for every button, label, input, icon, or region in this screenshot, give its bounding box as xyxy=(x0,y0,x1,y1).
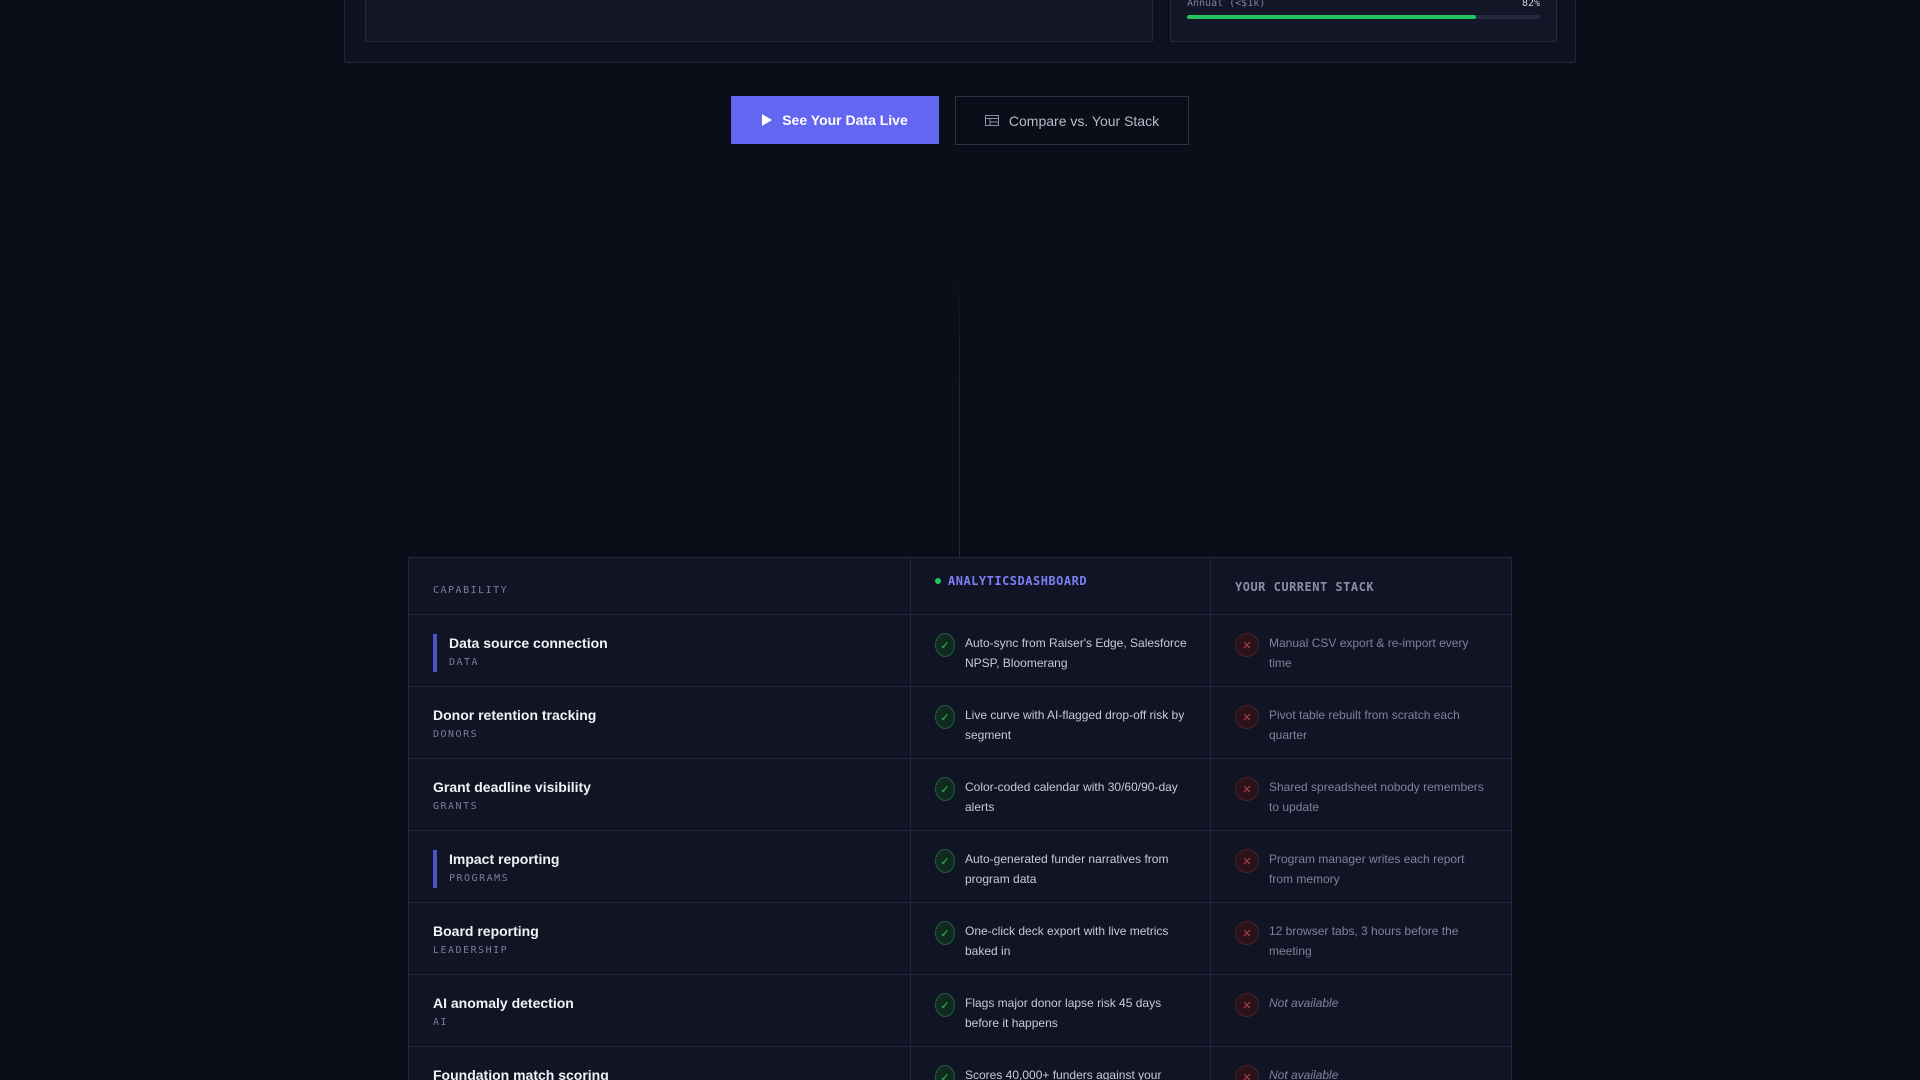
stack-text: 12 browser tabs, 3 hours before the meet… xyxy=(1269,924,1459,958)
meter-track xyxy=(1187,15,1540,19)
stack-text: Program manager writes each report from … xyxy=(1269,852,1465,886)
check-icon: ✓ xyxy=(935,921,955,945)
table-body: Data source connection DATA ✓ Auto-sync … xyxy=(409,615,1511,1080)
product-cell: ✓ Scores 40,000+ funders against your xyxy=(911,1047,1211,1080)
header-product: ANALYTICSDASHBOARD xyxy=(911,558,1211,614)
capability-tag: AI xyxy=(433,1017,449,1028)
divider-line xyxy=(959,270,960,558)
product-cell: ✓ Live curve with AI-flagged drop-off ri… xyxy=(911,687,1211,758)
compare-stack-button[interactable]: Compare vs. Your Stack xyxy=(955,96,1189,145)
capability-cell: Donor retention tracking DONORS xyxy=(409,687,911,758)
play-icon xyxy=(762,114,773,126)
check-icon: ✓ xyxy=(935,1065,955,1080)
capability-cell: Board reporting LEADERSHIP xyxy=(409,903,911,974)
table-row: AI anomaly detection AI ✓ Flags major do… xyxy=(409,975,1511,1047)
see-data-live-label: See Your Data Live xyxy=(782,112,908,128)
cross-icon: ✕ xyxy=(1235,777,1259,801)
stack-cell: ✕ Not available xyxy=(1211,975,1511,1046)
stack-cell: ✕ Program manager writes each report fro… xyxy=(1211,831,1511,902)
table-header: CAPABILITY ANALYTICSDASHBOARD YOUR CURRE… xyxy=(409,558,1511,615)
product-text: Flags major donor lapse risk 45 days bef… xyxy=(965,996,1162,1030)
capability-cell: Grant deadline visibility GRANTS xyxy=(409,759,911,830)
capability-title: Board reporting xyxy=(433,923,539,939)
stack-text: Not available xyxy=(1269,1068,1339,1080)
product-text: One-click deck export with live metrics … xyxy=(965,924,1169,958)
table-row: Donor retention tracking DONORS ✓ Live c… xyxy=(409,687,1511,759)
chart-card xyxy=(365,0,1153,42)
meter-value: 82% xyxy=(1521,0,1540,9)
product-text: Auto-generated funder narratives from pr… xyxy=(965,852,1169,886)
stack-text: Pivot table rebuilt from scratch each qu… xyxy=(1269,708,1460,742)
meter-row: Annual (<$1k) 82% xyxy=(1187,0,1540,9)
product-text: Scores 40,000+ funders against your xyxy=(965,1068,1162,1080)
cross-icon: ✕ xyxy=(1235,921,1259,945)
meter-label: Annual (<$1k) xyxy=(1187,0,1266,9)
product-text: Live curve with AI-flagged drop-off risk… xyxy=(965,708,1185,742)
product-cell: ✓ Auto-generated funder narratives from … xyxy=(911,831,1211,902)
stack-cell: ✕ Pivot table rebuilt from scratch each … xyxy=(1211,687,1511,758)
stack-cell: ✕ Manual CSV export & re-import every ti… xyxy=(1211,615,1511,686)
check-icon: ✓ xyxy=(935,633,955,657)
accent-bar xyxy=(433,850,437,888)
stack-text: Manual CSV export & re-import every time xyxy=(1269,636,1469,670)
stack-cell: ✕ 12 browser tabs, 3 hours before the me… xyxy=(1211,903,1511,974)
capability-title: Donor retention tracking xyxy=(433,707,597,723)
stack-text: Not available xyxy=(1269,996,1339,1010)
live-dot-icon xyxy=(935,578,941,584)
accent-bar xyxy=(433,634,437,672)
stack-cell: ✕ Shared spreadsheet nobody remembers to… xyxy=(1211,759,1511,830)
capability-title: Impact reporting xyxy=(449,851,560,867)
capability-title: Data source connection xyxy=(449,635,608,651)
product-cell: ✓ One-click deck export with live metric… xyxy=(911,903,1211,974)
table-row: Grant deadline visibility GRANTS ✓ Color… xyxy=(409,759,1511,831)
capability-tag: DONORS xyxy=(433,729,479,740)
meter-card: Annual (<$1k) 82% xyxy=(1170,0,1557,42)
top-panel: Annual (<$1k) 82% xyxy=(344,0,1576,63)
cross-icon: ✕ xyxy=(1235,633,1259,657)
cross-icon: ✕ xyxy=(1235,1065,1259,1080)
cross-icon: ✕ xyxy=(1235,705,1259,729)
capability-cell: Impact reporting PROGRAMS xyxy=(409,831,911,902)
meter-fill xyxy=(1187,15,1477,19)
capability-cell: Foundation match scoring xyxy=(409,1047,911,1080)
table-row: Data source connection DATA ✓ Auto-sync … xyxy=(409,615,1511,687)
check-icon: ✓ xyxy=(935,849,955,873)
capability-tag: DATA xyxy=(449,657,480,668)
header-stack: YOUR CURRENT STACK xyxy=(1235,580,1375,594)
compare-stack-label: Compare vs. Your Stack xyxy=(1008,112,1160,129)
table-row: Impact reporting PROGRAMS ✓ Auto-generat… xyxy=(409,831,1511,903)
capability-tag: PROGRAMS xyxy=(449,873,510,884)
header-capability: CAPABILITY xyxy=(409,558,911,614)
capability-tag: GRANTS xyxy=(433,801,479,812)
stack-text: Shared spreadsheet nobody remembers to u… xyxy=(1269,780,1484,814)
page: Annual (<$1k) 82% See Your Data Live Com… xyxy=(0,0,1920,1080)
header-product-label: ANALYTICSDASHBOARD xyxy=(948,574,1088,588)
stack-cell: ✕ Not available xyxy=(1211,1047,1511,1080)
check-icon: ✓ xyxy=(935,993,955,1017)
capability-title: AI anomaly detection xyxy=(433,995,574,1011)
capability-title: Grant deadline visibility xyxy=(433,779,591,795)
table-row: Board reporting LEADERSHIP ✓ One-click d… xyxy=(409,903,1511,975)
product-cell: ✓ Auto-sync from Raiser's Edge, Salesfor… xyxy=(911,615,1211,686)
product-text: Color-coded calendar with 30/60/90-day a… xyxy=(965,780,1178,814)
comparison-table: CAPABILITY ANALYTICSDASHBOARD YOUR CURRE… xyxy=(408,557,1512,1080)
capability-tag: LEADERSHIP xyxy=(433,945,509,956)
capability-cell: AI anomaly detection AI xyxy=(409,975,911,1046)
check-icon: ✓ xyxy=(935,705,955,729)
table-icon xyxy=(984,115,999,126)
product-cell: ✓ Color-coded calendar with 30/60/90-day… xyxy=(911,759,1211,830)
see-data-live-button[interactable]: See Your Data Live xyxy=(731,96,939,144)
product-text: Auto-sync from Raiser's Edge, Salesforce… xyxy=(965,636,1187,670)
table-row: Foundation match scoring ✓ Scores 40,000… xyxy=(409,1047,1511,1080)
cross-icon: ✕ xyxy=(1235,849,1259,873)
capability-title: Foundation match scoring xyxy=(433,1067,609,1080)
cross-icon: ✕ xyxy=(1235,993,1259,1017)
cta-row: See Your Data Live Compare vs. Your Stac… xyxy=(0,96,1920,145)
capability-cell: Data source connection DATA xyxy=(409,615,911,686)
check-icon: ✓ xyxy=(935,777,955,801)
product-cell: ✓ Flags major donor lapse risk 45 days b… xyxy=(911,975,1211,1046)
